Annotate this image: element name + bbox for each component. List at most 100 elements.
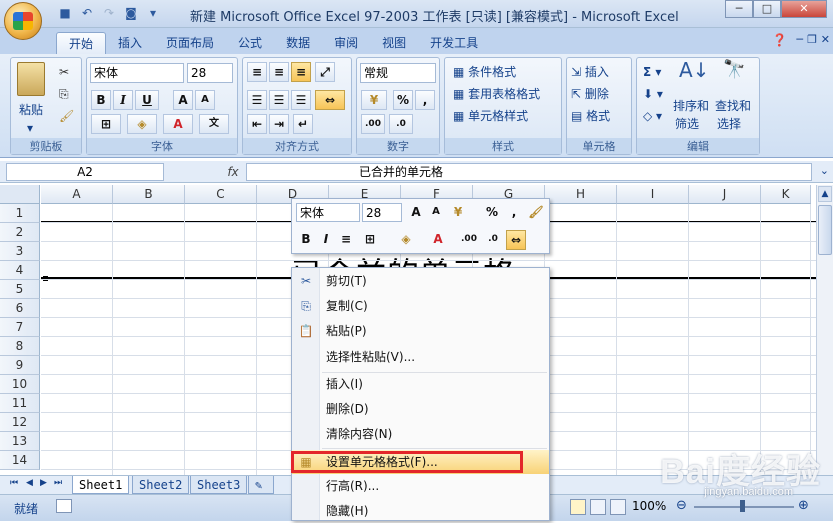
qat-customize-icon[interactable]: ▾ (144, 4, 162, 22)
minimize-button[interactable]: ─ (725, 0, 753, 18)
mini-format-painter-icon[interactable]: 🖌 (526, 203, 546, 223)
tab-data[interactable]: 数据 (274, 32, 322, 54)
format-painter-icon[interactable]: 🖌 (59, 106, 74, 126)
fill-icon[interactable]: ⬇ ▾ (643, 84, 663, 104)
column-header-c[interactable]: C (185, 185, 257, 204)
last-sheet-icon[interactable]: ⏭ (54, 478, 62, 488)
copy-icon[interactable]: ⎘ (59, 84, 69, 104)
formula-input[interactable]: 已合并的单元格 (246, 163, 812, 181)
row-header-5[interactable]: 5 (0, 280, 40, 299)
row-header-7[interactable]: 7 (0, 318, 40, 337)
mini-grow-font-icon[interactable]: A (406, 203, 426, 223)
mini-font-color-icon[interactable]: A (428, 230, 448, 250)
font-size-select[interactable]: 28 (187, 63, 233, 83)
decrease-indent-icon[interactable]: ⇤ (247, 114, 267, 134)
increase-decimal-icon[interactable]: .00 (361, 114, 385, 134)
page-layout-view-icon[interactable] (590, 499, 606, 515)
mini-italic-icon[interactable]: I (316, 230, 336, 250)
column-header-a[interactable]: A (41, 185, 113, 204)
row-header-14[interactable]: 14 (0, 451, 40, 470)
paste-dropdown-icon[interactable]: ▾ (27, 118, 33, 138)
menu-item-insert[interactable]: 插入(I) (292, 372, 549, 396)
orientation-icon[interactable]: ⤢ (315, 62, 335, 82)
tab-home[interactable]: 开始 (56, 32, 107, 54)
format-as-table-button[interactable]: ▦ 套用表格格式 (453, 84, 540, 104)
first-sheet-icon[interactable]: ⏮ (10, 478, 18, 488)
row-header-11[interactable]: 11 (0, 394, 40, 413)
print-preview-icon[interactable]: ◙ (122, 4, 140, 22)
mini-increase-decimal-icon[interactable]: .00 (458, 230, 480, 250)
autosum-icon[interactable]: Σ ▾ (643, 62, 661, 82)
column-header-j[interactable]: J (689, 185, 761, 204)
insert-sheet-icon[interactable]: ✎ (248, 476, 274, 494)
tab-review[interactable]: 审阅 (322, 32, 370, 54)
cell-styles-button[interactable]: ▦ 单元格样式 (453, 106, 528, 126)
scroll-thumb[interactable] (818, 205, 832, 255)
sheet-tab-1[interactable]: Sheet1 (72, 476, 130, 494)
find-select-label-1[interactable]: 查找和 (715, 96, 751, 116)
column-header-h[interactable]: H (545, 185, 617, 204)
wrap-text-icon[interactable]: ↵ (293, 114, 313, 134)
undo-icon[interactable]: ↶ (78, 4, 96, 22)
tab-insert[interactable]: 插入 (106, 32, 154, 54)
menu-item-cut[interactable]: ✂ 剪切(T) (292, 269, 549, 293)
find-select-label-2[interactable]: 选择 (717, 114, 741, 134)
help-icon[interactable]: ❓ (772, 33, 787, 47)
mini-shrink-font-icon[interactable]: A (426, 203, 446, 223)
zoom-slider-thumb[interactable] (740, 500, 745, 512)
zoom-out-icon[interactable]: ⊖ (676, 498, 687, 513)
percent-icon[interactable]: % (393, 90, 413, 110)
tab-page-layout[interactable]: 页面布局 (154, 32, 226, 54)
sheet-tab-3[interactable]: Sheet3 (190, 476, 248, 494)
expand-formula-icon[interactable]: ⌄ (820, 164, 829, 177)
sheet-tab-2[interactable]: Sheet2 (132, 476, 190, 494)
currency-icon[interactable]: ¥ (361, 90, 387, 110)
clear-icon[interactable]: ◇ ▾ (643, 106, 662, 126)
page-break-view-icon[interactable] (610, 499, 626, 515)
sort-filter-label-2[interactable]: 筛选 (675, 114, 699, 134)
grow-font-button[interactable]: A (173, 90, 193, 110)
row-header-8[interactable]: 8 (0, 337, 40, 356)
row-header-2[interactable]: 2 (0, 223, 40, 242)
row-header-10[interactable]: 10 (0, 375, 40, 394)
insert-function-button[interactable]: fx (222, 163, 244, 181)
row-header-9[interactable]: 9 (0, 356, 40, 375)
doc-minimize-icon[interactable]: ─ (796, 33, 803, 46)
merge-center-icon[interactable]: ⇔ (315, 90, 345, 110)
menu-item-delete[interactable]: 删除(D) (292, 397, 549, 421)
column-header-b[interactable]: B (113, 185, 185, 204)
tab-developer[interactable]: 开发工具 (418, 32, 490, 54)
mini-decrease-decimal-icon[interactable]: .0 (482, 230, 504, 250)
close-button[interactable]: ✕ (781, 0, 827, 18)
underline-button[interactable]: U (135, 90, 159, 110)
menu-item-copy[interactable]: ⎘ 复制(C) (292, 294, 549, 318)
number-format-select[interactable]: 常规 (360, 63, 436, 83)
next-sheet-icon[interactable]: ▶ (40, 478, 47, 488)
row-header-12[interactable]: 12 (0, 413, 40, 432)
row-header-4[interactable]: 4 (0, 261, 40, 280)
font-color-icon[interactable]: A (163, 114, 193, 134)
name-box[interactable]: A2 (6, 163, 164, 181)
align-top-icon[interactable]: ≡ (247, 62, 267, 82)
mini-font-select[interactable]: 宋体 (296, 203, 360, 222)
cut-icon[interactable]: ✂ (59, 62, 69, 82)
format-cells-button[interactable]: ▤ 格式 (571, 106, 610, 126)
menu-item-clear-contents[interactable]: 清除内容(N) (292, 422, 549, 446)
mini-size-select[interactable]: 28 (362, 203, 402, 222)
mini-borders-icon[interactable]: ⊞ (360, 230, 380, 250)
zoom-level[interactable]: 100% (632, 499, 666, 513)
vertical-scrollbar[interactable]: ▲ (816, 185, 833, 475)
increase-indent-icon[interactable]: ⇥ (269, 114, 289, 134)
menu-item-paste-special[interactable]: 选择性粘贴(V)... (292, 345, 549, 369)
row-header-13[interactable]: 13 (0, 432, 40, 451)
row-header-1[interactable]: 1 (0, 204, 40, 223)
save-icon[interactable]: ■ (56, 4, 74, 22)
delete-cells-button[interactable]: ⇱ 删除 (571, 84, 609, 104)
menu-item-paste[interactable]: 📋 粘贴(P) (292, 319, 549, 343)
font-name-select[interactable]: 宋体 (90, 63, 184, 83)
phonetic-icon[interactable]: 文 (199, 114, 229, 134)
scroll-up-icon[interactable]: ▲ (818, 186, 832, 202)
menu-item-hide[interactable]: 隐藏(H) (292, 499, 549, 523)
paste-button[interactable]: 粘贴 (19, 100, 43, 120)
menu-item-row-height[interactable]: 行高(R)... (292, 474, 549, 498)
